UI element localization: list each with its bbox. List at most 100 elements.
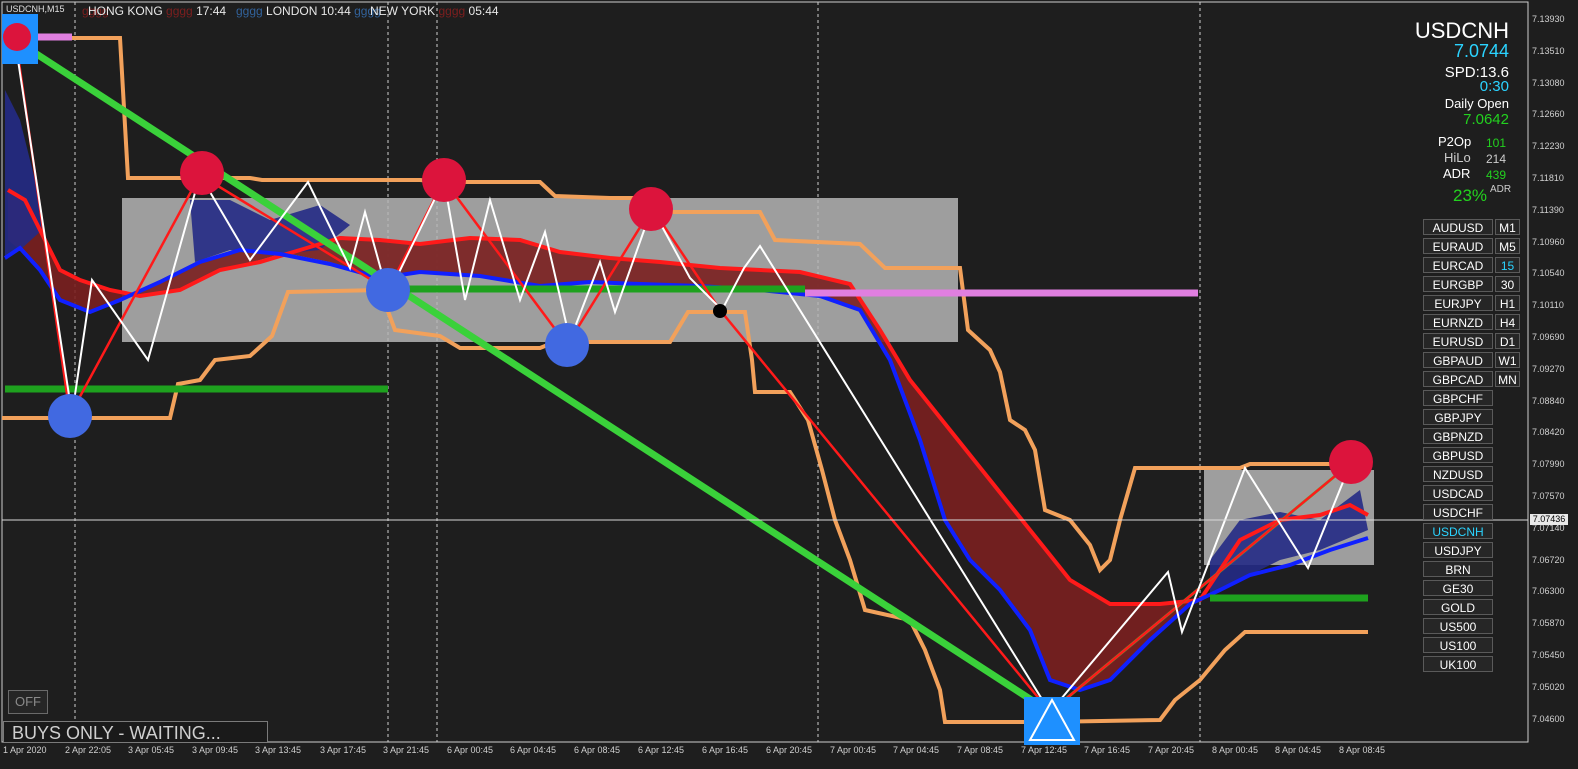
y-tick-label: 7.06720	[1532, 554, 1565, 565]
x-tick-label: 6 Apr 04:45	[510, 745, 557, 755]
panel-hilo-label: HiLo	[1444, 150, 1471, 165]
symbol-button-us500[interactable]: US500	[1423, 618, 1493, 634]
x-tick-label: 8 Apr 04:45	[1275, 745, 1322, 755]
panel-adr-label: ADR	[1443, 166, 1471, 181]
symbol-button-uk100[interactable]: UK100	[1423, 656, 1493, 672]
y-tick-label: 7.11810	[1532, 173, 1564, 183]
panel-price: 7.0744	[1453, 41, 1509, 61]
timeframe-button-30[interactable]: 30	[1495, 276, 1520, 292]
y-tick-label: 7.13510	[1532, 45, 1565, 56]
panel-adr-percent: 23%	[1453, 186, 1488, 205]
x-tick-label: 1 Apr 2020	[3, 745, 47, 755]
y-tick-label: 7.07990	[1532, 459, 1565, 470]
x-tick-label: 2 Apr 22:05	[65, 745, 112, 755]
y-tick-label: 7.10960	[1532, 236, 1565, 247]
symbol-button-usdjpy[interactable]: USDJPY	[1423, 542, 1493, 558]
y-tick-label: 7.12230	[1532, 141, 1565, 152]
timeframe-button-mn[interactable]: MN	[1495, 371, 1520, 387]
session-hong-kong: HONG KONG gggg 17:44	[88, 4, 227, 18]
symbol-button-usdcad[interactable]: USDCAD	[1423, 485, 1493, 501]
x-tick-label: 7 Apr 20:45	[1148, 745, 1195, 755]
x-tick-label: 7 Apr 12:45	[1021, 745, 1068, 755]
panel-p2op-label: P2Op	[1438, 134, 1472, 149]
panel-adr-badge: ADR	[1490, 184, 1512, 195]
symbol-button-gbpjpy[interactable]: GBPJPY	[1423, 409, 1493, 425]
panel-daily-open-label: Daily Open	[1444, 96, 1509, 111]
symbol-button-eurnzd[interactable]: EURNZD	[1423, 314, 1493, 330]
timeframe-button-h1[interactable]: H1	[1495, 295, 1520, 311]
y-tick-label: 7.13930	[1532, 14, 1565, 24]
x-tick-label: 3 Apr 17:45	[320, 745, 367, 755]
session-new-york: NEW YORK gggg 05:44	[370, 4, 499, 18]
symbol-button-usdcnh[interactable]: USDCNH	[1423, 523, 1493, 539]
session-london: gggg LONDON 10:44 gggg	[236, 4, 381, 18]
symbol-button-eurjpy[interactable]: EURJPY	[1423, 295, 1493, 311]
symbol-button-us100[interactable]: US100	[1423, 637, 1493, 653]
x-tick-label: 6 Apr 20:45	[766, 745, 813, 755]
symbol-button-eurcad[interactable]: EURCAD	[1423, 257, 1493, 273]
symbol-button-gbpchf[interactable]: GBPCHF	[1423, 390, 1493, 406]
x-tick-label: 7 Apr 16:45	[1084, 745, 1131, 755]
y-tick-label: 7.10540	[1532, 268, 1565, 279]
x-tick-label: 8 Apr 00:45	[1212, 745, 1259, 755]
symbol-button-gbpusd[interactable]: GBPUSD	[1423, 447, 1493, 463]
symbol-button-audusd[interactable]: AUDUSD	[1423, 219, 1493, 235]
x-tick-label: 3 Apr 05:45	[128, 745, 175, 755]
y-tick-label: 7.12660	[1532, 109, 1565, 120]
symbol-button-gbpaud[interactable]: GBPAUD	[1423, 352, 1493, 368]
y-tick-label: 7.05870	[1532, 618, 1565, 629]
x-tick-label: 3 Apr 21:45	[383, 745, 430, 755]
panel-timer: 0:30	[1479, 78, 1509, 95]
timeframe-button-m5[interactable]: M5	[1495, 238, 1520, 254]
timeframe-button-d1[interactable]: D1	[1495, 333, 1520, 349]
y-tick-label: 7.09690	[1532, 332, 1565, 342]
timeframe-button-w1[interactable]: W1	[1495, 352, 1520, 368]
y-tick-label: 7.05450	[1532, 650, 1565, 660]
y-tick-label: 7.07570	[1532, 491, 1565, 501]
x-tick-label: 3 Apr 13:45	[255, 745, 302, 755]
x-tick-label: 8 Apr 08:45	[1339, 745, 1386, 755]
x-tick-label: 7 Apr 00:45	[830, 745, 877, 755]
symbol-button-ge30[interactable]: GE30	[1423, 580, 1493, 596]
price-chart[interactable]	[0, 0, 1578, 769]
y-tick-label: 7.08840	[1532, 395, 1565, 406]
symbol-button-gbpnzd[interactable]: GBPNZD	[1423, 428, 1493, 444]
y-tick-label: 7.09270	[1532, 363, 1565, 374]
symbol-button-euraud[interactable]: EURAUD	[1423, 238, 1493, 254]
x-tick-label: 3 Apr 09:45	[192, 745, 239, 755]
y-tick-label: 7.06300	[1532, 586, 1565, 597]
symbol-button-gbpcad[interactable]: GBPCAD	[1423, 371, 1493, 387]
x-tick-label: 7 Apr 04:45	[893, 745, 940, 755]
y-tick-label: 7.05020	[1532, 681, 1565, 692]
y-tick-label: 7.08420	[1532, 427, 1565, 438]
symbol-button-usdchf[interactable]: USDCHF	[1423, 504, 1493, 520]
current-price-tag: 7.07436	[1530, 514, 1568, 525]
y-tick-label: 7.04600	[1532, 713, 1565, 724]
x-tick-label: 6 Apr 00:45	[447, 745, 494, 755]
symbol-button-brn[interactable]: BRN	[1423, 561, 1493, 577]
chart-symbol-label: USDCNH,M15	[6, 4, 65, 14]
y-tick-label: 7.11390	[1532, 204, 1564, 215]
x-tick-label: 6 Apr 16:45	[702, 745, 749, 755]
timeframe-button-m1[interactable]: M1	[1495, 219, 1520, 235]
x-tick-label: 6 Apr 12:45	[638, 745, 685, 755]
symbol-button-nzdusd[interactable]: NZDUSD	[1423, 466, 1493, 482]
symbol-button-eurusd[interactable]: EURUSD	[1423, 333, 1493, 349]
y-tick-label: 7.10110	[1532, 300, 1564, 311]
panel-daily-open-value: 7.0642	[1463, 111, 1509, 128]
timeframe-button-15[interactable]: 15	[1495, 257, 1520, 273]
off-button[interactable]: OFF	[8, 690, 48, 714]
panel-adr-value: 439	[1486, 168, 1507, 182]
start-marker-dot	[3, 23, 31, 51]
status-message: BUYS ONLY - WAITING...	[3, 721, 268, 743]
panel-hilo-value: 214	[1486, 152, 1507, 166]
channel-lower	[2, 287, 1368, 724]
timeframe-button-h4[interactable]: H4	[1495, 314, 1520, 330]
y-tick-label: 7.13080	[1532, 77, 1565, 88]
end-marker	[1024, 697, 1080, 745]
symbol-button-gold[interactable]: GOLD	[1423, 599, 1493, 615]
x-tick-label: 7 Apr 08:45	[957, 745, 1004, 755]
panel-p2op-value: 101	[1486, 136, 1507, 150]
x-tick-label: 6 Apr 08:45	[574, 745, 621, 755]
symbol-button-eurgbp[interactable]: EURGBP	[1423, 276, 1493, 292]
